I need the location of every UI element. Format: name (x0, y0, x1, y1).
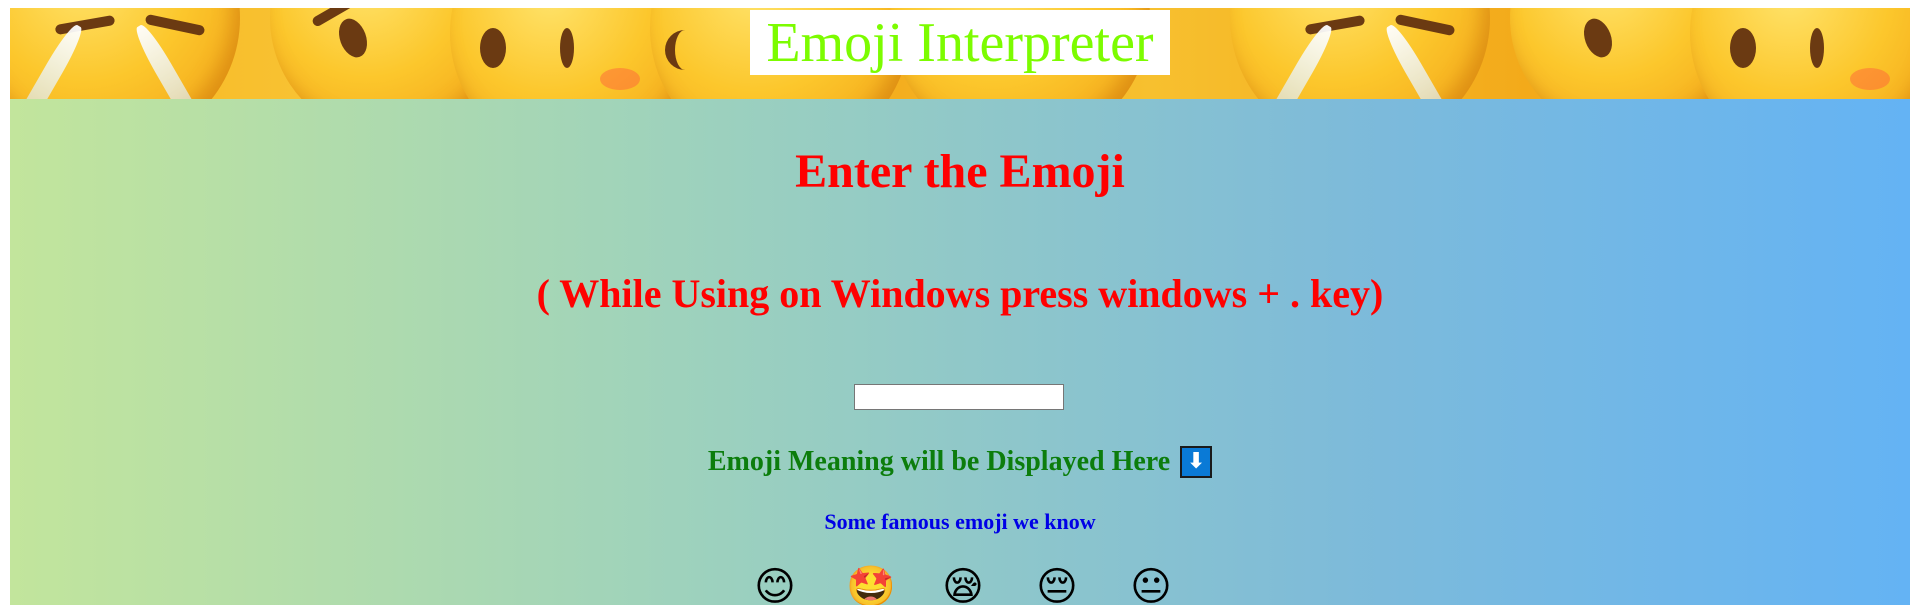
app-title: Emoji Interpreter (766, 12, 1154, 74)
emoji-input[interactable] (854, 384, 1064, 410)
meaning-text: Emoji Meaning will be Displayed Here (707, 446, 1171, 477)
page: Emoji Interpreter Enter the Emoji ( Whil… (10, 8, 1910, 605)
windows-hint-heading: ( While Using on Windows press windows +… (536, 271, 1384, 316)
famous-emoji-list: 😊 🤩 😪 😔 😐 (10, 564, 1910, 605)
enter-emoji-heading: Enter the Emoji (795, 145, 1125, 198)
famous-emoji-label: Some famous emoji we know (824, 509, 1096, 534)
title-box: Emoji Interpreter (750, 10, 1170, 75)
down-arrow-icon: ⬇ (1180, 446, 1213, 478)
emoji-neutral-face[interactable]: 😐 (1128, 564, 1174, 605)
emoji-pensive-face[interactable]: 😔 (1034, 564, 1080, 605)
emoji-smiling-face[interactable]: 😊 (752, 564, 798, 605)
emoji-star-struck[interactable]: 🤩 (846, 564, 896, 605)
emoji-sleepy-face[interactable]: 😪 (940, 564, 986, 605)
meaning-output: Emoji Meaning will be Displayed Here ⬇ (10, 442, 1910, 482)
header-banner: Emoji Interpreter (10, 8, 1910, 99)
